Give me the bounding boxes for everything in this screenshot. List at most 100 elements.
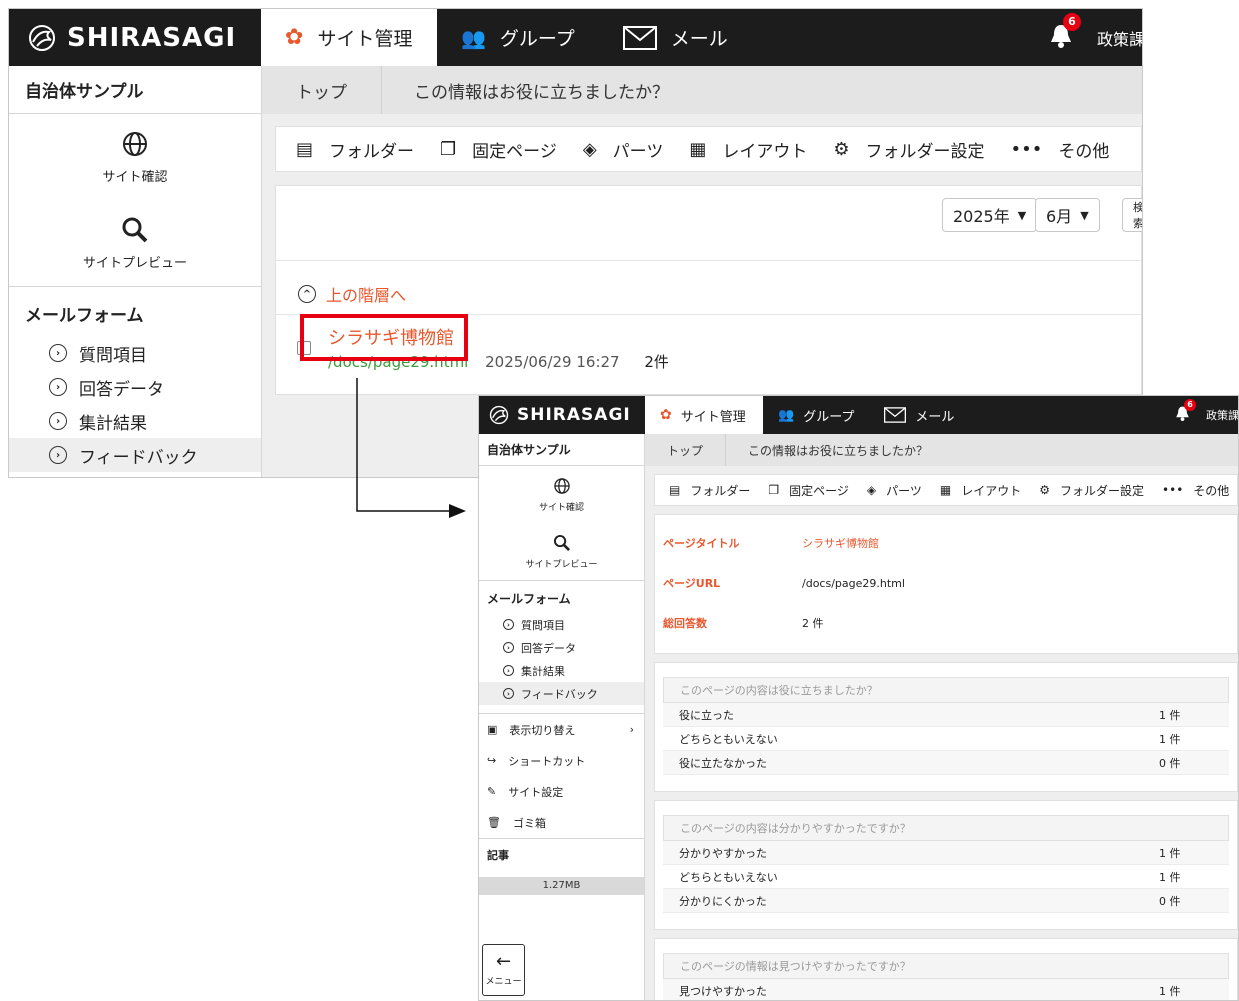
storage-usage: 1.27MB [479, 877, 644, 895]
util-label: 表示切り替え [509, 723, 576, 737]
answer-list: 見つけやすかった 1 件 [663, 979, 1229, 1000]
site-check-label: サイト確認 [538, 502, 584, 513]
question-panel: このページの内容は役に立ちましたか？ 役に立った 1 件 どちらともいえない 1 件… [654, 662, 1238, 792]
site-name[interactable]: 自治体サンプル [479, 434, 644, 466]
site-settings-link[interactable]: ✎ サイト設定 [479, 776, 644, 807]
content-toolbar: ▤ フォルダー ❐ 固定ページ ◈ パーツ ▦ レイアウト ⚙ フォルダー設定 ••• その… [654, 474, 1238, 506]
envelope-icon [884, 407, 907, 423]
breadcrumb: トップ この情報はお役に立ちましたか？ [645, 434, 1238, 466]
answer-list: 役に立った 1 件 どちらともいえない 1 件 役に立たなかった 0 件 [663, 703, 1229, 775]
top-navbar: SHIRASAGI ✿ サイト管理 👥 グループ メール 6 政策課 [479, 396, 1238, 434]
tool-label: フォルダー [690, 483, 751, 498]
chevron-right-icon: › [629, 723, 634, 736]
layers-icon: ◈ [866, 483, 877, 497]
nav-tab-label: メール [915, 409, 955, 425]
answer-row: どちらともいえない 1 件 [663, 727, 1229, 751]
total-answers-value: 2 件 [802, 617, 824, 630]
site-preview-link[interactable]: サイトプレビュー [479, 523, 644, 580]
fixed-page-button[interactable]: ❐ 固定ページ [768, 482, 849, 499]
heron-logo-icon [489, 405, 509, 425]
article-heading: 記事 [479, 838, 644, 871]
chevron-right-icon: › [503, 619, 514, 630]
gear-icon: ✿ [660, 407, 672, 423]
answer-count: 0 件 [1159, 894, 1181, 908]
page-title-label: ページタイトル [663, 537, 740, 550]
answer-row: どちらともいえない 1 件 [663, 865, 1229, 889]
user-name[interactable]: 政策課 [1206, 407, 1238, 423]
question-panel: このページの情報は見つけやすかったですか？ 見つけやすかった 1 件 [654, 938, 1238, 1000]
sidebar: 自治体サンプル サイト確認 サイトプレビュー メールフォーム › 質問項目 › 回答… [479, 434, 645, 1000]
question-title: このページの情報は見つけやすかったですか？ [663, 953, 1229, 979]
answer-list: 分かりやすかった 1 件 どちらともいえない 1 件 分かりにくかった 0 件 [663, 841, 1229, 913]
tool-label: その他 [1193, 483, 1230, 498]
page-url-label: ページURL [663, 577, 721, 590]
trash-icon: 🗑 [487, 816, 501, 829]
mailform-section: メールフォーム › 質問項目 › 回答データ › 集計結果 › フィードバック [479, 580, 644, 705]
site-check-link[interactable]: サイト確認 [479, 466, 644, 523]
arrow-left-icon: ← [495, 951, 512, 972]
answer-count: 1 件 [1159, 870, 1181, 884]
answer-count: 0 件 [1159, 756, 1181, 770]
menu-label: メニュー [485, 977, 522, 987]
page-url-row: ページURL /docs/page29.html [655, 563, 1237, 603]
util-label: ショートカット [508, 754, 586, 768]
notification-badge: 6 [1184, 399, 1196, 411]
answer-count: 1 件 [1159, 984, 1181, 998]
nav-tab-mail[interactable]: メール [869, 396, 969, 434]
display-toggle-button[interactable]: ▣ 表示切り替え › [479, 714, 644, 745]
sidebar-item-label: 回答データ [521, 641, 576, 655]
search-icon [553, 534, 570, 551]
sidebar-item-label: 質問項目 [521, 618, 565, 632]
tool-label: パーツ [886, 483, 922, 498]
shirasagi-logo[interactable]: SHIRASAGI [479, 396, 645, 434]
copy-icon: ❐ [768, 483, 780, 497]
question-title: このページの内容は役に立ちましたか？ [663, 677, 1229, 703]
sidebar-item-label: フィードバック [521, 687, 598, 701]
share-arrow-icon: ↪ [487, 754, 497, 767]
util-label: ゴミ箱 [512, 816, 546, 830]
trash-link[interactable]: 🗑 ゴミ箱 [479, 807, 644, 838]
mailform-section-title: メールフォーム [487, 592, 571, 606]
folder-button[interactable]: ▤ フォルダー [669, 482, 750, 499]
answer-row: 役に立たなかった 0 件 [663, 751, 1229, 775]
answer-label: どちらともいえない [679, 870, 778, 884]
answer-label: 役に立たなかった [679, 756, 767, 770]
question-title: このページの内容は分かりやすかったですか？ [663, 815, 1229, 841]
page-title-row: ページタイトル シラサギ博物館 [655, 523, 1237, 563]
utility-section: ▣ 表示切り替え › ↪ ショートカット ✎ サイト設定 🗑 ゴミ箱 [479, 713, 644, 838]
parts-button[interactable]: ◈ パーツ [867, 482, 922, 499]
group-icon: 👥 [778, 407, 795, 423]
sidebar-item-questions[interactable]: › 質問項目 [479, 613, 644, 636]
answer-row: 役に立った 1 件 [663, 703, 1229, 727]
more-button[interactable]: ••• その他 [1162, 482, 1229, 499]
grid-icon: ▦ [939, 483, 952, 497]
page-info-panel: ページタイトル シラサギ博物館 ページURL /docs/page29.html… [654, 514, 1238, 654]
answer-row: 分かりやすかった 1 件 [663, 841, 1229, 865]
nav-tab-label: サイト管理 [680, 409, 746, 425]
feedback-detail-window: SHIRASAGI ✿ サイト管理 👥 グループ メール 6 政策課 自治体サン… [478, 395, 1239, 1001]
answer-row: 見つけやすかった 1 件 [663, 979, 1229, 1000]
nav-tab-site-admin[interactable]: ✿ サイト管理 [645, 396, 763, 434]
nav-tab-group[interactable]: 👥 グループ [763, 396, 869, 434]
total-answers-label: 総回答数 [663, 617, 707, 630]
sidebar-item-results[interactable]: › 集計結果 [479, 659, 644, 682]
sidebar-item-feedback[interactable]: › フィードバック [479, 682, 644, 705]
total-answers-row: 総回答数 2 件 [655, 603, 1237, 643]
page-title-value[interactable]: シラサギ博物館 [802, 535, 879, 551]
answer-count: 1 件 [1159, 846, 1181, 860]
notification-bell[interactable]: 6 [1175, 399, 1196, 422]
tool-label: レイアウト [961, 483, 1022, 498]
answer-label: 役に立った [679, 708, 734, 722]
page-url-value: /docs/page29.html [802, 576, 905, 590]
answer-label: 分かりやすかった [679, 846, 767, 860]
chevron-right-icon: › [503, 665, 514, 676]
nav-tab-label: グループ [803, 409, 855, 425]
breadcrumb-top[interactable]: トップ [645, 442, 725, 459]
folder-settings-button[interactable]: ⚙ フォルダー設定 [1039, 482, 1144, 499]
sidebar-item-answers[interactable]: › 回答データ [479, 636, 644, 659]
answer-label: 見つけやすかった [679, 984, 767, 998]
shortcut-link[interactable]: ↪ ショートカット [479, 745, 644, 776]
layout-button[interactable]: ▦ レイアウト [940, 482, 1021, 499]
breadcrumb-current[interactable]: この情報はお役に立ちましたか？ [726, 442, 928, 459]
menu-toggle-button[interactable]: ← メニュー [482, 944, 525, 996]
